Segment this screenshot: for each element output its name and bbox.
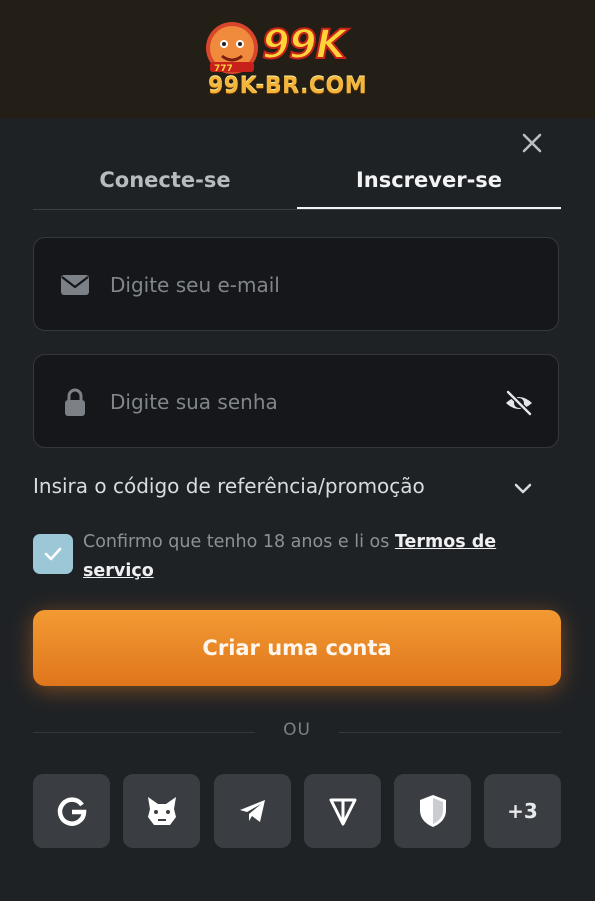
ton-login-button[interactable]: [304, 774, 381, 848]
logo-brand-text: 99K: [261, 21, 348, 69]
tab-signup[interactable]: Inscrever-se: [297, 152, 561, 209]
telegram-login-button[interactable]: [214, 774, 291, 848]
email-field[interactable]: [33, 237, 559, 331]
divider-line-left: [33, 732, 255, 733]
brand-logo[interactable]: 777 99K 99K-BR.COM: [200, 16, 400, 106]
create-account-button[interactable]: Criar uma conta: [33, 610, 561, 686]
ton-icon: [329, 798, 356, 826]
close-icon: [522, 133, 542, 153]
password-field[interactable]: [33, 354, 559, 448]
svg-text:777: 777: [214, 64, 233, 74]
terms-checkbox[interactable]: [33, 534, 73, 574]
shield-icon: [419, 795, 446, 827]
or-divider: OU: [33, 720, 561, 744]
eye-off-icon[interactable]: [504, 388, 534, 418]
check-icon: [44, 547, 62, 561]
chevron-down-icon: [514, 483, 532, 494]
terms-text: Confirmo que tenho 18 anos e li os Termo…: [83, 528, 553, 586]
email-input[interactable]: [108, 266, 492, 304]
terms-statement: Confirmo que tenho 18 anos e li os: [83, 532, 395, 552]
telegram-icon: [239, 800, 265, 822]
google-icon: [57, 797, 86, 826]
mail-icon: [61, 275, 89, 295]
more-logins-button[interactable]: +3: [484, 774, 561, 848]
metamask-icon: [147, 797, 176, 825]
site-header: 777 99K 99K-BR.COM: [0, 0, 595, 118]
logo-domain-text: 99K-BR.COM: [208, 74, 368, 99]
promo-code-label: Insira o código de referência/promoção: [33, 474, 425, 498]
social-login-row: +3: [33, 774, 561, 848]
google-login-button[interactable]: [33, 774, 110, 848]
terms-row: Confirmo que tenho 18 anos e li os Termo…: [33, 528, 561, 584]
tab-login[interactable]: Conecte-se: [33, 152, 297, 208]
lock-icon: [65, 388, 85, 416]
or-label: OU: [283, 720, 311, 740]
shield-login-button[interactable]: [394, 774, 471, 848]
auth-tabs: Conecte-se Inscrever-se: [33, 152, 561, 210]
promo-code-toggle[interactable]: Insira o código de referência/promoção: [33, 470, 543, 506]
password-input[interactable]: [108, 383, 492, 421]
metamask-login-button[interactable]: [123, 774, 200, 848]
divider-line-right: [339, 732, 561, 733]
